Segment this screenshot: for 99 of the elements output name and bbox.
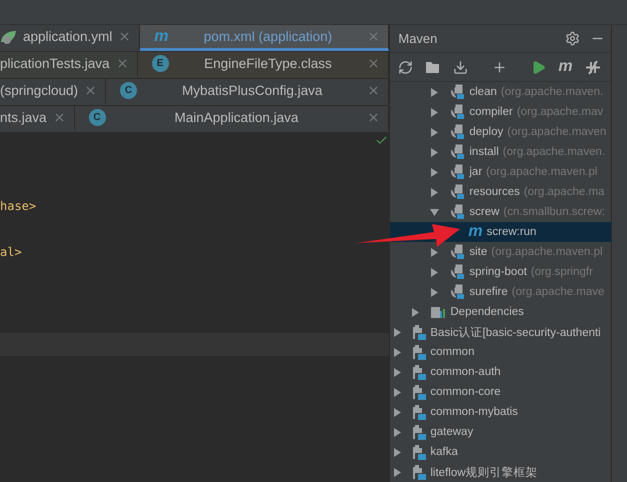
plugin-group: (org.apache.maven.pl (491, 246, 603, 258)
close-icon[interactable] (118, 30, 132, 43)
code-line: al> (0, 244, 23, 261)
expand-arrow-icon[interactable] (393, 448, 402, 456)
plugin-icon (449, 204, 466, 220)
plugin-group: (cn.smallbun.screw: (503, 206, 606, 218)
expand-arrow-icon[interactable] (430, 188, 440, 196)
module-icon (412, 404, 426, 420)
close-icon[interactable] (367, 111, 380, 124)
plugin-group: (org.apache.ma (524, 186, 604, 198)
expand-arrow-icon[interactable] (393, 408, 402, 416)
expand-arrow-icon[interactable] (393, 388, 402, 396)
plugin-icon (449, 84, 466, 100)
module-name[interactable]: common-auth (430, 366, 501, 378)
expand-arrow-icon[interactable] (393, 468, 402, 476)
close-icon[interactable] (367, 57, 380, 70)
plugin-group: (org.apache.maven. (502, 146, 606, 158)
class-icon: C (88, 109, 106, 126)
expand-arrow-icon[interactable] (430, 268, 440, 276)
close-icon[interactable] (116, 57, 129, 70)
plugin-name[interactable]: install (469, 146, 499, 158)
expand-arrow-icon[interactable] (393, 328, 402, 336)
expand-arrow-icon[interactable] (430, 288, 440, 296)
add-icon[interactable] (492, 60, 508, 74)
maven-icon: m (154, 28, 169, 46)
editor-tab[interactable]: plicationTests.java (0, 52, 138, 78)
plugin-name[interactable]: spring-boot (469, 266, 527, 278)
module-icon (412, 324, 426, 340)
plugin-name[interactable]: site (469, 246, 488, 258)
plugin-icon (449, 184, 466, 200)
module-name[interactable]: common-mybatis (430, 406, 518, 418)
download-icon[interactable] (453, 60, 468, 74)
panel-title: Maven (398, 31, 438, 46)
leaf-icon (0, 28, 17, 44)
plugin-group: (org.apache.maven (507, 126, 606, 138)
plugin-group: (org.apache.maven. (500, 86, 604, 98)
maven-goal-button[interactable]: m (558, 58, 573, 76)
plugin-name[interactable]: deploy (469, 126, 504, 138)
plugin-name[interactable]: surefire (469, 286, 508, 298)
run-icon[interactable] (531, 60, 546, 74)
plugin-group: (org.springfr (530, 266, 593, 278)
module-name[interactable]: common-core (430, 386, 501, 398)
settings-icon[interactable] (565, 31, 580, 46)
plugin-icon (449, 124, 466, 140)
folder-icon[interactable] (425, 60, 442, 74)
expand-arrow-icon[interactable] (430, 168, 440, 176)
expand-arrow-icon[interactable] (430, 88, 440, 96)
module-icon (412, 384, 426, 400)
close-icon[interactable] (84, 84, 98, 97)
plugin-icon (449, 104, 466, 120)
plugin-group: (org.apache.mave (512, 286, 604, 298)
dependencies-label[interactable]: Dependencies (450, 306, 524, 318)
plugin-name[interactable]: compiler (469, 106, 513, 118)
editor-tab[interactable]: m pom.xml (application) (140, 25, 390, 51)
maven-icon: m (468, 223, 483, 241)
editor-tab[interactable]: E EngineFileType.class (138, 52, 390, 78)
module-name[interactable]: gateway (430, 426, 474, 438)
expand-arrow-icon[interactable] (393, 348, 402, 356)
code-line: hase> (0, 198, 38, 215)
expand-arrow-icon[interactable] (430, 108, 440, 116)
reload-icon[interactable] (398, 60, 414, 74)
library-icon (430, 305, 446, 319)
editor-tab[interactable]: nts.java (0, 106, 75, 132)
plugin-icon (449, 284, 466, 300)
skip-tests-icon[interactable] (584, 60, 601, 74)
plugin-name[interactable]: clean (469, 86, 497, 98)
module-icon (412, 344, 426, 360)
plugin-icon (449, 144, 466, 160)
close-icon[interactable] (367, 84, 380, 97)
class-icon: C (120, 82, 138, 99)
module-icon (412, 424, 426, 440)
module-name[interactable]: Basic认证[basic-security-authenti (430, 324, 601, 340)
module-icon (412, 364, 426, 380)
module-icon (412, 464, 426, 480)
expand-arrow-icon[interactable] (411, 308, 420, 316)
close-icon[interactable] (52, 111, 66, 124)
plugin-name[interactable]: resources (469, 186, 520, 198)
plugin-icon (449, 164, 466, 180)
plugin-icon (449, 264, 466, 280)
plugin-name[interactable]: jar (469, 166, 482, 178)
editor-tab[interactable]: (springcloud) (0, 79, 106, 105)
goal-name[interactable]: screw:run (486, 226, 536, 238)
module-name[interactable]: common (430, 346, 474, 358)
expand-arrow-icon[interactable] (393, 428, 402, 436)
editor-tab[interactable]: C MainApplication.java (74, 106, 390, 132)
plugin-group: (org.apache.maven.pl (486, 166, 598, 178)
module-icon (412, 444, 426, 460)
expand-arrow-icon[interactable] (393, 368, 402, 376)
plugin-icon (449, 244, 466, 260)
editor-tab[interactable]: application.yml (0, 25, 140, 51)
module-name[interactable]: kafka (430, 446, 458, 458)
plugin-name[interactable]: screw (469, 206, 500, 218)
expand-arrow-icon[interactable] (430, 208, 440, 216)
plugin-group: (org.apache.mav (516, 106, 604, 118)
expand-arrow-icon[interactable] (430, 248, 440, 256)
expand-arrow-icon[interactable] (430, 148, 440, 156)
module-name[interactable]: liteflow规则引擎框架 (430, 464, 538, 480)
class-icon: E (152, 55, 169, 72)
expand-arrow-icon[interactable] (430, 128, 440, 136)
